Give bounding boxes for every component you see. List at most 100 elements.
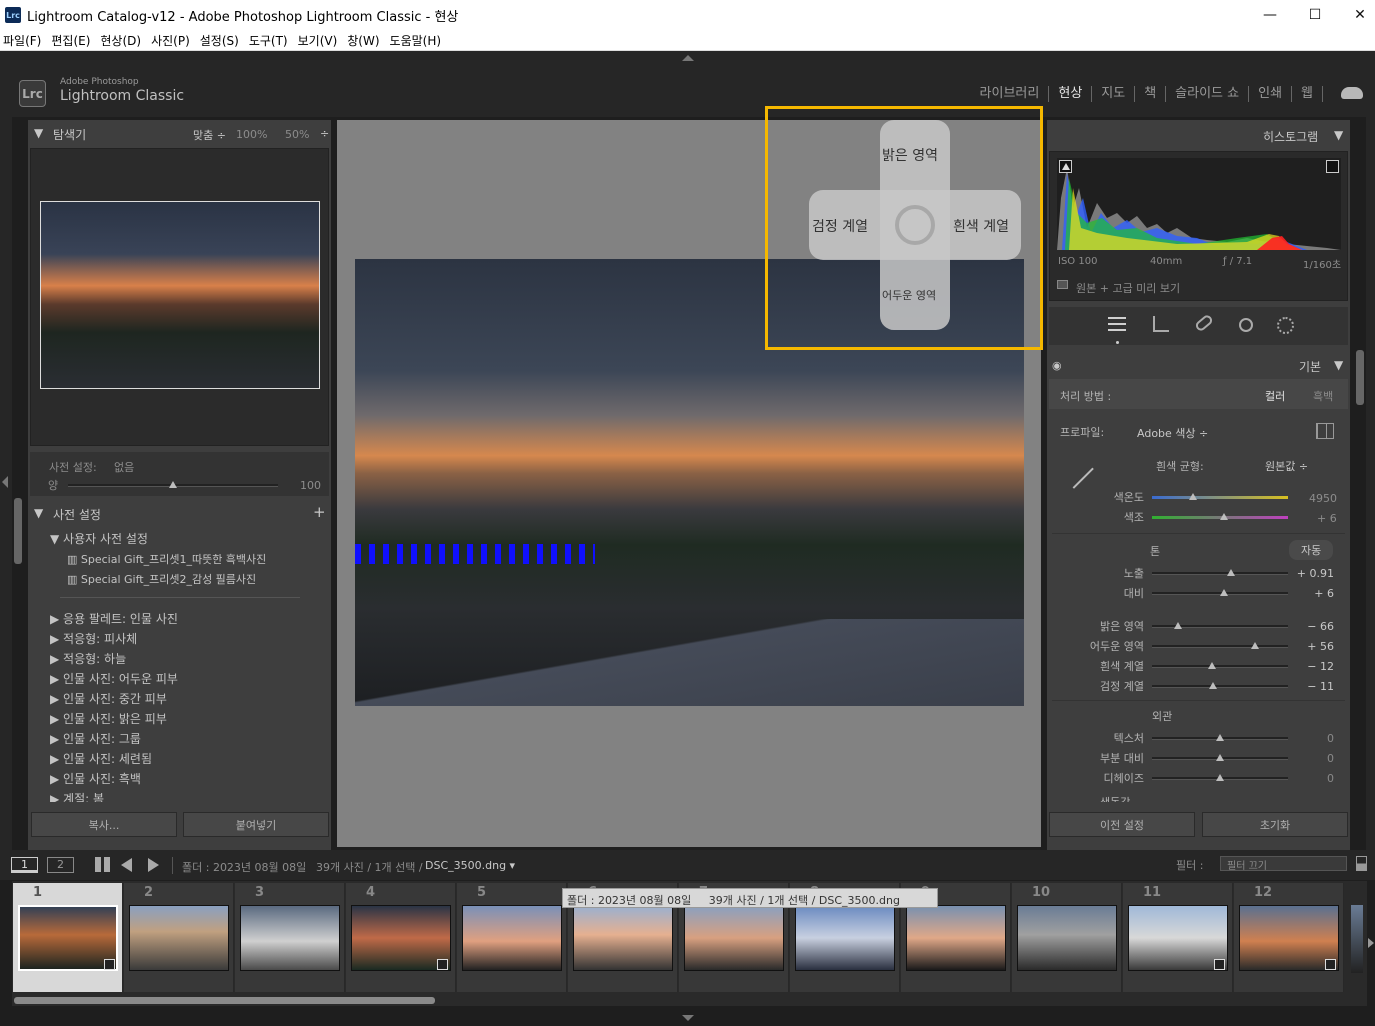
overlay-blacks[interactable]: 검정 계열 <box>812 216 868 236</box>
zoom-50[interactable]: 50% <box>285 128 309 141</box>
zoom-more[interactable]: ÷ <box>320 127 329 140</box>
slider-thumb[interactable] <box>1220 589 1229 596</box>
temp-value[interactable]: 4950 <box>1309 492 1337 505</box>
prev-arrow-icon[interactable] <box>121 858 132 872</box>
menu-file[interactable]: 파일(F) <box>0 32 48 49</box>
source-label[interactable]: 폴더 : 2023년 08월 08일 <box>182 859 306 875</box>
temp-thumb[interactable] <box>1188 493 1197 500</box>
presets-collapse-icon[interactable]: ▼ <box>34 506 43 520</box>
amount-slider[interactable] <box>68 481 278 488</box>
slider-value[interactable]: − 66 <box>1290 620 1334 633</box>
adjust-slider[interactable] <box>1152 774 1288 781</box>
module-slideshow[interactable]: 슬라이드 쇼 <box>1166 86 1250 102</box>
film-thumbnail[interactable] <box>129 905 229 971</box>
overlay-whites[interactable]: 흰색 계열 <box>953 216 1009 236</box>
clip-shadows-button[interactable] <box>1059 160 1072 173</box>
zoom-fit[interactable]: 맞춤 ÷ <box>193 127 226 143</box>
slider-value[interactable]: 0 <box>1290 732 1334 745</box>
paste-button[interactable]: 붙여넣기 <box>183 812 329 837</box>
module-library[interactable]: 라이브러리 <box>971 86 1050 102</box>
film-thumb-partial[interactable] <box>1351 905 1363 973</box>
treatment-bw[interactable]: 흑백 <box>1313 388 1333 404</box>
film-thumbnail[interactable] <box>18 905 118 971</box>
menu-window[interactable]: 창(W) <box>344 32 386 49</box>
filter-dropdown[interactable]: 필터 끄기 <box>1220 856 1347 872</box>
preset-group[interactable]: ▶ 인물 사진: 세련됨 <box>50 750 152 767</box>
slider-thumb[interactable] <box>1251 642 1260 649</box>
minimize-button[interactable]: — <box>1247 0 1293 30</box>
collapse-top-icon[interactable] <box>682 55 694 61</box>
preset-group[interactable]: ▶ 인물 사진: 밝은 피부 <box>50 710 167 727</box>
slider-value[interactable]: − 12 <box>1290 660 1334 673</box>
slider-value[interactable]: + 6 <box>1290 587 1334 600</box>
film-thumbnail[interactable] <box>573 905 673 971</box>
filter-lock-icon[interactable] <box>1356 856 1367 871</box>
slider-thumb[interactable] <box>1173 622 1182 629</box>
preset-group[interactable]: ▶ 적응형: 하늘 <box>50 650 126 667</box>
film-thumbnail[interactable] <box>240 905 340 971</box>
film-cell[interactable]: 10 <box>1012 883 1122 992</box>
module-web[interactable]: 웹 <box>1292 86 1323 102</box>
adjust-slider[interactable] <box>1152 734 1288 741</box>
adjust-slider[interactable] <box>1152 662 1288 669</box>
preset-group[interactable]: ▶ 인물 사진: 중간 피부 <box>50 690 167 707</box>
film-thumbnail[interactable] <box>351 905 451 971</box>
adjust-slider[interactable] <box>1152 642 1288 649</box>
treatment-color[interactable]: 컬러 <box>1265 388 1285 404</box>
view-1-button[interactable]: 1 <box>11 857 38 873</box>
menu-help[interactable]: 도움말(H) <box>387 32 449 49</box>
filmstrip-right-arrow-icon[interactable] <box>1368 938 1374 948</box>
crop-icon[interactable] <box>1153 316 1169 332</box>
tint-thumb[interactable] <box>1220 513 1229 520</box>
slider-thumb[interactable] <box>1207 662 1216 669</box>
module-develop[interactable]: 현상 <box>1049 86 1093 102</box>
preset-group[interactable]: ▶ 적응형: 피사체 <box>50 630 137 647</box>
visibility-eye-icon[interactable]: ◉ <box>1052 359 1062 372</box>
film-thumbnail[interactable] <box>795 905 895 971</box>
collapse-bottom-icon[interactable] <box>682 1015 694 1021</box>
redeye-icon[interactable] <box>1239 318 1253 332</box>
clip-highlights-button[interactable] <box>1326 160 1339 173</box>
slider-thumb[interactable] <box>1216 734 1224 741</box>
cloud-icon[interactable] <box>1341 87 1363 99</box>
user-preset-item[interactable]: ▥ Special Gift_프리셋2_감성 필름사진 <box>67 571 256 587</box>
adjust-slider[interactable] <box>1152 682 1288 689</box>
collapse-left-icon[interactable] <box>2 476 8 488</box>
menu-photo[interactable]: 사진(P) <box>148 32 197 49</box>
overlay-shadows[interactable]: 어두운 영역 <box>882 287 936 303</box>
module-map[interactable]: 지도 <box>1092 86 1136 102</box>
slider-thumb[interactable] <box>1216 754 1224 761</box>
film-cell[interactable]: 4 <box>346 883 456 992</box>
tint-value[interactable]: + 6 <box>1317 512 1337 525</box>
navigator-collapse-icon[interactable]: ▼ <box>34 126 43 140</box>
film-thumbnail[interactable] <box>684 905 784 971</box>
preset-group[interactable]: ▶ 응용 팔레트: 인물 사진 <box>50 610 178 627</box>
adjust-slider[interactable] <box>1152 622 1288 629</box>
basic-collapse-icon[interactable]: ▼ <box>1334 358 1343 372</box>
file-dropdown[interactable]: DSC_3500.dng ▾ <box>425 859 515 872</box>
film-thumbnail[interactable] <box>906 905 1006 971</box>
tint-slider[interactable] <box>1152 513 1288 520</box>
profile-dropdown[interactable]: Adobe 색상 ÷ <box>1137 425 1208 441</box>
film-cell[interactable]: 12 <box>1234 883 1344 992</box>
film-cell[interactable]: 2 <box>124 883 234 992</box>
overlay-highlights[interactable]: 밝은 영역 <box>882 145 938 165</box>
module-print[interactable]: 인쇄 <box>1249 86 1293 102</box>
film-thumbnail[interactable] <box>1128 905 1228 971</box>
histogram-collapse-icon[interactable]: ▼ <box>1334 128 1343 142</box>
preview-toggle-icon[interactable] <box>1057 280 1068 289</box>
menu-edit[interactable]: 편집(E) <box>48 32 97 49</box>
reset-button[interactable]: 초기화 <box>1202 812 1348 837</box>
previous-settings-button[interactable]: 이전 설정 <box>1049 812 1195 837</box>
histogram-graph[interactable] <box>1057 158 1341 250</box>
slider-thumb[interactable] <box>1216 774 1224 781</box>
film-cell[interactable]: 5 <box>457 883 567 992</box>
right-scrollbar[interactable] <box>1356 350 1364 405</box>
slider-value[interactable]: 0 <box>1290 752 1334 765</box>
preset-group[interactable]: ▶ 계절: 봄 <box>50 790 104 802</box>
sliders-icon[interactable] <box>1108 317 1126 333</box>
menu-view[interactable]: 보기(V) <box>295 32 345 49</box>
copy-button[interactable]: 복사... <box>31 812 177 837</box>
add-preset-button[interactable]: + <box>313 503 326 521</box>
slider-value[interactable]: + 56 <box>1290 640 1334 653</box>
